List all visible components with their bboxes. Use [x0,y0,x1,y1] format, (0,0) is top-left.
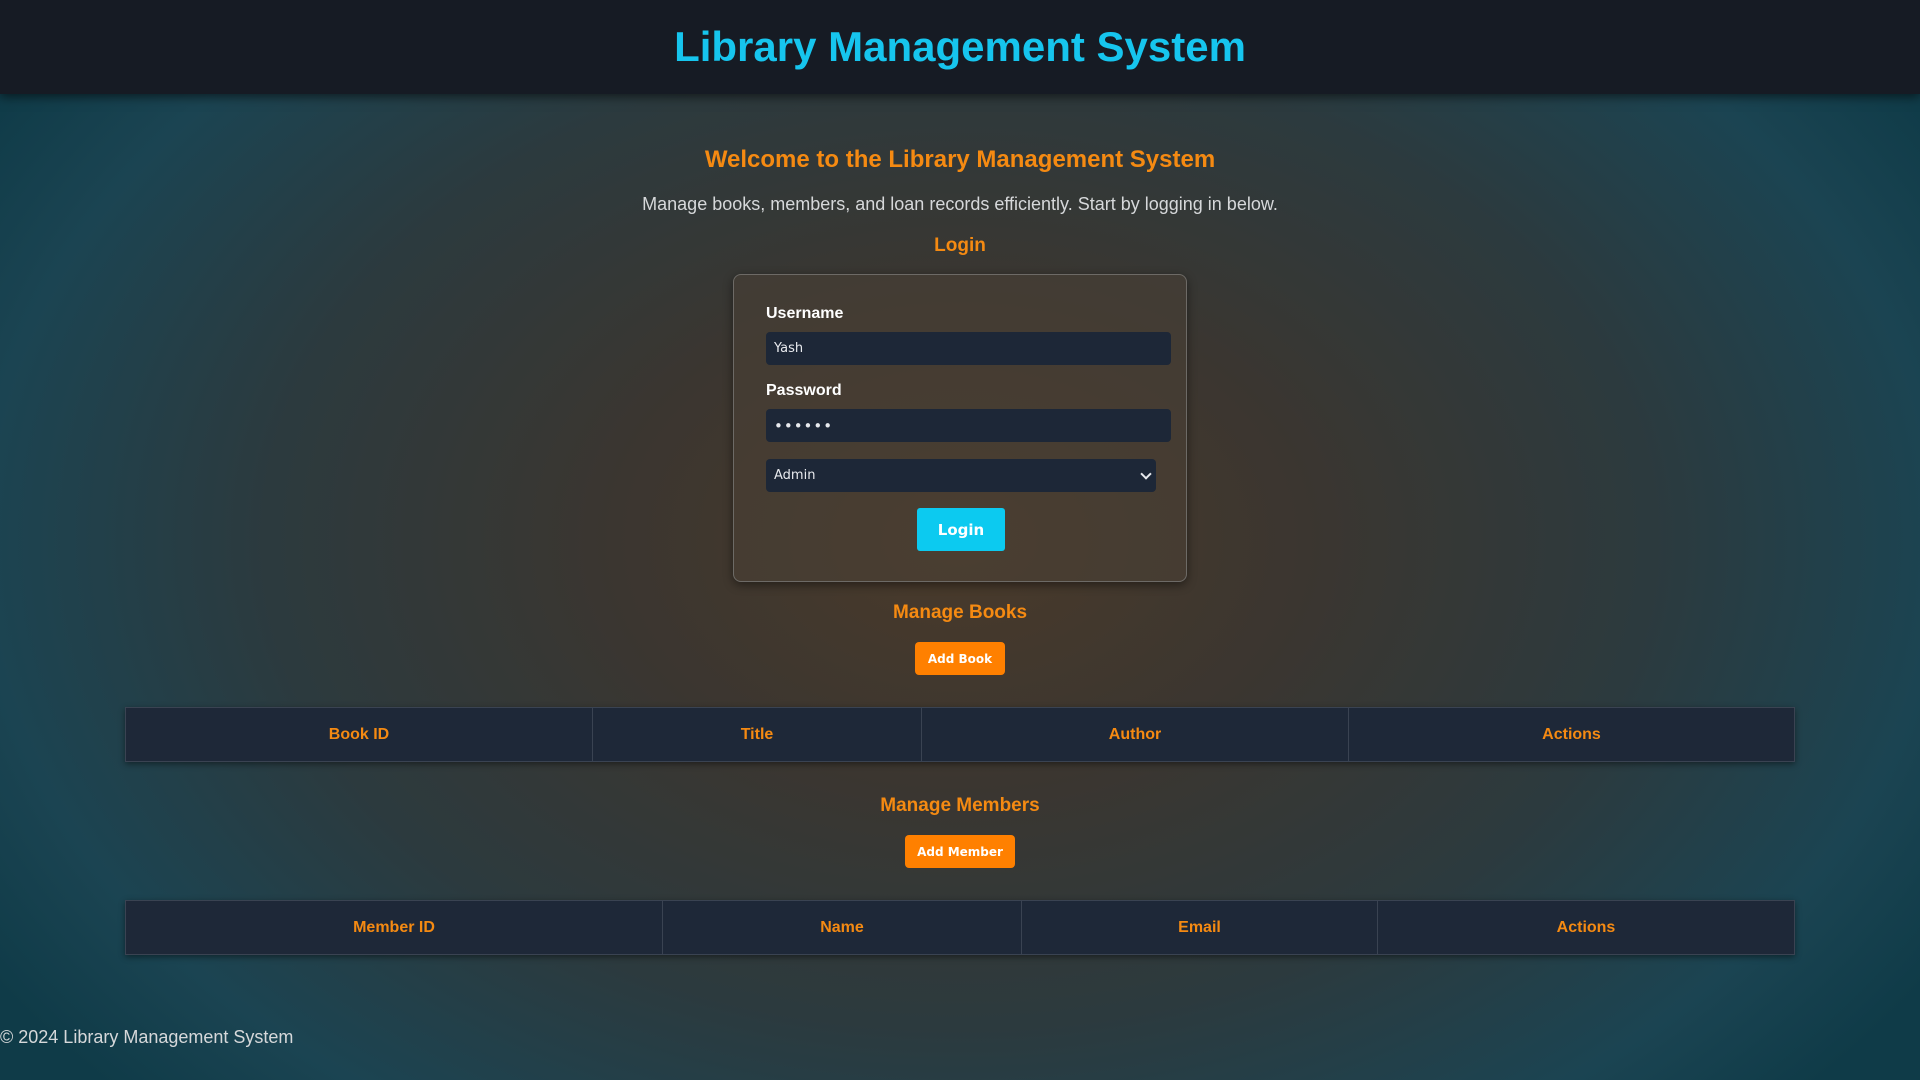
login-form: Username Password Admin Login [733,274,1187,582]
add-book-button[interactable]: Add Book [915,642,1005,675]
books-table: Book ID Title Author Actions [125,707,1795,762]
main-content: Welcome to the Library Management System… [0,94,1920,955]
password-input[interactable] [766,409,1171,442]
members-col-actions: Actions [1377,900,1795,955]
books-col-actions: Actions [1348,707,1795,762]
role-select[interactable]: Admin [766,459,1156,492]
manage-members-title: Manage Members [880,795,1040,816]
manage-books-title: Manage Books [892,602,1028,623]
password-label: Password [766,382,842,399]
login-button-row: Login [766,508,1156,551]
members-table-header-row: Member ID Name Email Actions [125,900,1795,955]
welcome-title: Welcome to the Library Management System [704,146,1216,173]
members-table: Member ID Name Email Actions [125,900,1795,955]
books-table-header-row: Book ID Title Author Actions [125,707,1795,762]
username-label: Username [766,305,844,322]
login-button[interactable]: Login [917,508,1005,551]
app-header: Library Management System [0,0,1920,94]
role-select-value: Admin [774,468,816,483]
members-col-name: Name [662,900,1022,955]
welcome-text: Manage books, members, and loan records … [642,194,1278,214]
app-title: Library Management System [674,23,1246,70]
members-col-member-id: Member ID [125,900,663,955]
add-member-button[interactable]: Add Member [905,835,1015,868]
footer-copyright: © 2024 Library Management System [0,1027,294,1047]
login-section-title: Login [934,235,986,256]
books-col-book-id: Book ID [125,707,593,762]
chevron-down-icon [1140,467,1152,480]
username-input[interactable] [766,332,1171,365]
members-col-email: Email [1021,900,1378,955]
books-col-author: Author [921,707,1349,762]
books-col-title: Title [592,707,922,762]
